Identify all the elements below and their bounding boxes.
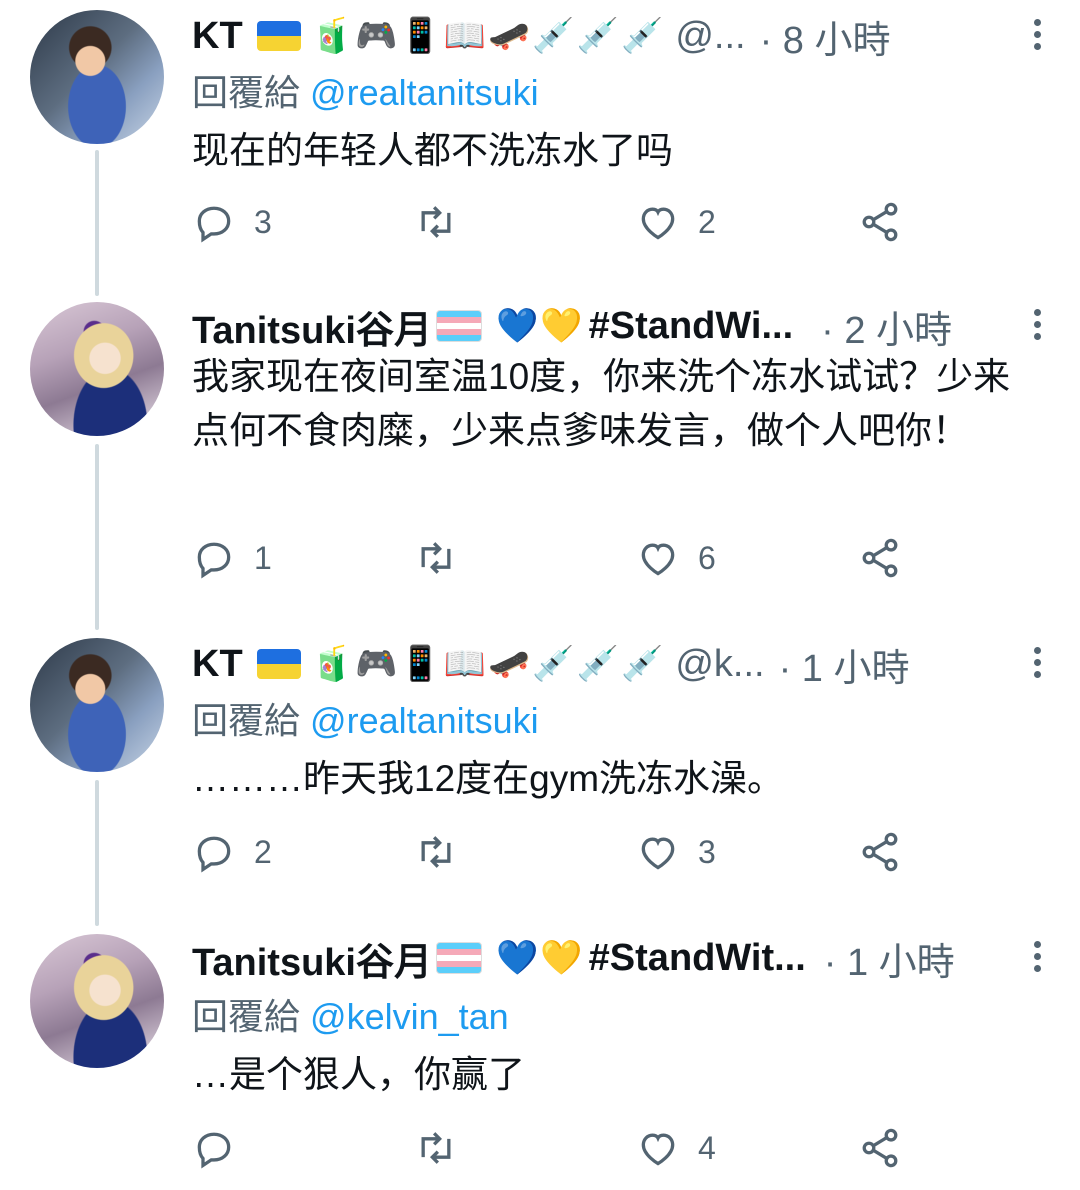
reply-icon xyxy=(197,836,231,873)
action-bar: 3 2 xyxy=(192,200,912,248)
timestamp[interactable]: · 2 小時 xyxy=(821,299,952,354)
tweet[interactable]: KT 🧃🎮📱📖🛹💉💉💉 @k... · 1 小時 回覆給 @realtanits… xyxy=(0,628,1080,924)
display-name[interactable]: Tanitsuki谷月 xyxy=(192,931,432,986)
avatar[interactable] xyxy=(30,638,164,772)
like-count: 2 xyxy=(698,203,716,240)
like-icon xyxy=(641,1133,675,1166)
action-bar: 1 6 xyxy=(192,536,912,584)
tweet[interactable]: Tanitsuki谷月 💙💛 #StandWi... · 2 小時 我家现在夜间… xyxy=(0,292,1080,632)
reply-to: 回覆給 @realtanitsuki xyxy=(192,64,539,116)
action-bar: 4 xyxy=(192,1126,912,1174)
tweet-text: ………昨天我12度在gym洗冻水澡。 xyxy=(192,758,785,799)
reply-button[interactable]: 2 xyxy=(192,830,272,874)
share-button[interactable] xyxy=(858,830,902,874)
action-bar: 2 3 xyxy=(192,830,912,878)
mention-link[interactable]: @kelvin_tan xyxy=(310,996,509,1037)
name-emojis: 🧃🎮📱📖🛹💉💉💉 xyxy=(310,17,666,55)
share-icon xyxy=(862,538,898,578)
trans-flag-icon xyxy=(436,310,482,342)
reply-prefix: 回覆給 xyxy=(192,996,301,1037)
like-button[interactable]: 4 xyxy=(636,1126,716,1170)
handle[interactable]: @... xyxy=(675,15,745,58)
reply-count: 1 xyxy=(254,539,272,576)
display-name[interactable]: Tanitsuki谷月 xyxy=(192,299,432,354)
mention-link[interactable]: @realtanitsuki xyxy=(310,72,539,113)
more-icon[interactable] xyxy=(1034,936,1042,977)
reply-prefix: 回覆給 xyxy=(192,700,301,741)
timestamp[interactable]: · 1 小時 xyxy=(824,931,955,986)
reply-to: 回覆給 @realtanitsuki xyxy=(192,692,539,744)
share-icon xyxy=(862,832,898,872)
share-icon xyxy=(862,202,898,242)
tweet-text: 我家现在夜间室温10度，你来洗个冻水试试？少来点何不食肉糜，少来点爹味发言，做个… xyxy=(192,356,1011,451)
avatar[interactable] xyxy=(30,10,164,144)
retweet-icon xyxy=(421,1132,451,1164)
like-icon xyxy=(641,837,675,870)
tweet-text: 现在的年轻人都不洗冻水了吗 xyxy=(192,130,673,171)
tweet-header: KT 🧃🎮📱📖🛹💉💉💉 @k... · 1 小時 xyxy=(192,640,1050,690)
like-icon xyxy=(641,207,675,240)
tweet-header: Tanitsuki谷月 💙💛 #StandWit... · 1 小時 xyxy=(192,934,1050,984)
avatar[interactable] xyxy=(30,302,164,436)
handle[interactable]: @k... xyxy=(675,643,764,686)
share-button[interactable] xyxy=(858,536,902,580)
retweet-icon xyxy=(421,206,451,238)
tweet-text: …是个狠人，你赢了 xyxy=(192,1054,525,1095)
handle[interactable]: #StandWi... xyxy=(589,305,793,348)
tweet-header: KT 🧃🎮📱📖🛹💉💉💉 @... · 8 小時 xyxy=(192,12,1050,62)
name-emojis: 💙💛 xyxy=(496,939,585,977)
tweet[interactable]: KT 🧃🎮📱📖🛹💉💉💉 @... · 8 小時 回覆給 @realtanitsu… xyxy=(0,0,1080,290)
ukraine-flag-icon xyxy=(256,21,301,51)
reply-count: 3 xyxy=(254,203,272,240)
reply-button[interactable]: 3 xyxy=(192,200,272,244)
retweet-button[interactable] xyxy=(414,830,476,874)
share-button[interactable] xyxy=(858,200,902,244)
like-button[interactable]: 2 xyxy=(636,200,716,244)
display-name[interactable]: KT xyxy=(192,643,243,686)
mention-link[interactable]: @realtanitsuki xyxy=(310,700,539,741)
reply-icon xyxy=(197,1132,231,1169)
more-icon[interactable] xyxy=(1034,14,1042,55)
reply-button[interactable]: 1 xyxy=(192,536,272,580)
reply-count: 2 xyxy=(254,833,272,870)
reply-button[interactable] xyxy=(192,1126,254,1170)
name-emojis: 🧃🎮📱📖🛹💉💉💉 xyxy=(310,645,666,683)
like-button[interactable]: 3 xyxy=(636,830,716,874)
retweet-button[interactable] xyxy=(414,536,476,580)
retweet-button[interactable] xyxy=(414,1126,476,1170)
like-button[interactable]: 6 xyxy=(636,536,716,580)
more-icon[interactable] xyxy=(1034,304,1042,345)
retweet-icon xyxy=(421,542,451,574)
like-count: 6 xyxy=(698,539,716,576)
display-name[interactable]: KT xyxy=(192,15,243,58)
reply-icon xyxy=(197,206,231,243)
name-emojis: 💙💛 xyxy=(496,307,585,345)
share-icon xyxy=(862,1128,898,1168)
ukraine-flag-icon xyxy=(256,649,301,679)
reply-prefix: 回覆給 xyxy=(192,72,301,113)
like-count: 4 xyxy=(698,1129,716,1166)
retweet-icon xyxy=(421,836,451,868)
timestamp[interactable]: · 1 小時 xyxy=(779,637,910,692)
handle[interactable]: #StandWit... xyxy=(589,937,806,980)
retweet-button[interactable] xyxy=(414,200,476,244)
like-icon xyxy=(641,543,675,576)
reply-to: 回覆給 @kelvin_tan xyxy=(192,988,509,1040)
share-button[interactable] xyxy=(858,1126,902,1170)
trans-flag-icon xyxy=(436,942,482,974)
timestamp[interactable]: · 8 小時 xyxy=(760,9,891,64)
tweet[interactable]: Tanitsuki谷月 💙💛 #StandWit... · 1 小時 回覆給 @… xyxy=(0,924,1080,1190)
like-count: 3 xyxy=(698,833,716,870)
tweet-header: Tanitsuki谷月 💙💛 #StandWi... · 2 小時 xyxy=(192,302,1050,352)
avatar[interactable] xyxy=(30,934,164,1068)
reply-icon xyxy=(197,542,231,579)
more-icon[interactable] xyxy=(1034,642,1042,683)
